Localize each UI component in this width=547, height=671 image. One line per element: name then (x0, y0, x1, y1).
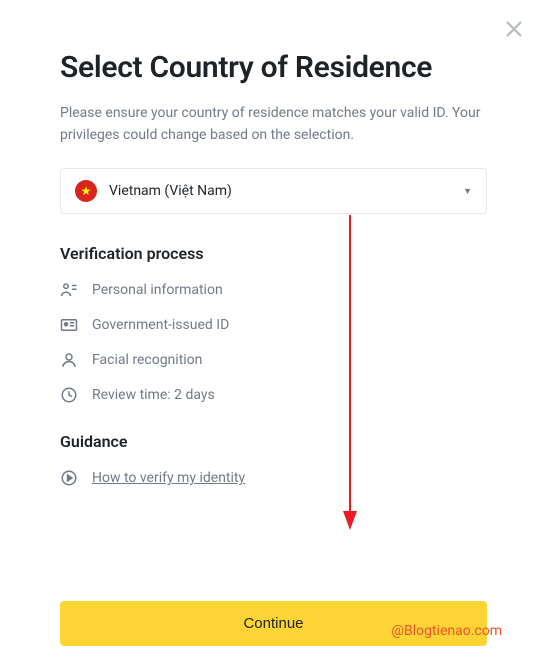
person-info-icon (60, 281, 78, 299)
guidance-heading: Guidance (60, 432, 487, 451)
list-item-label: Government-issued ID (92, 317, 229, 333)
list-item-label: Review time: 2 days (92, 387, 215, 403)
close-icon (503, 18, 525, 40)
face-recognition-icon (60, 351, 78, 369)
modal-subtitle: Please ensure your country of residence … (60, 103, 487, 146)
country-select-dropdown[interactable]: ★ Vietnam (Việt Nam) ▼ (60, 168, 487, 214)
how-to-verify-link[interactable]: How to verify my identity (92, 470, 245, 486)
chevron-down-icon: ▼ (463, 186, 472, 197)
list-item: Review time: 2 days (60, 386, 487, 404)
modal-title: Select Country of Residence (60, 50, 487, 85)
id-card-icon (60, 316, 78, 334)
close-button[interactable] (503, 18, 525, 40)
list-item-label: Personal information (92, 282, 223, 298)
play-circle-icon (60, 469, 78, 487)
verification-heading: Verification process (60, 244, 487, 263)
country-residence-modal: Select Country of Residence Please ensur… (0, 0, 547, 512)
list-item: Personal information (60, 281, 487, 299)
list-item-label: Facial recognition (92, 352, 202, 368)
continue-button[interactable]: Continue (60, 601, 487, 646)
selected-country-label: Vietnam (Việt Nam) (109, 183, 463, 199)
verification-process-list: Personal information Government-issued I… (60, 281, 487, 404)
vietnam-flag-icon: ★ (75, 180, 97, 202)
guidance-link-row: How to verify my identity (60, 469, 487, 487)
list-item: Facial recognition (60, 351, 487, 369)
list-item: Government-issued ID (60, 316, 487, 334)
clock-icon (60, 386, 78, 404)
